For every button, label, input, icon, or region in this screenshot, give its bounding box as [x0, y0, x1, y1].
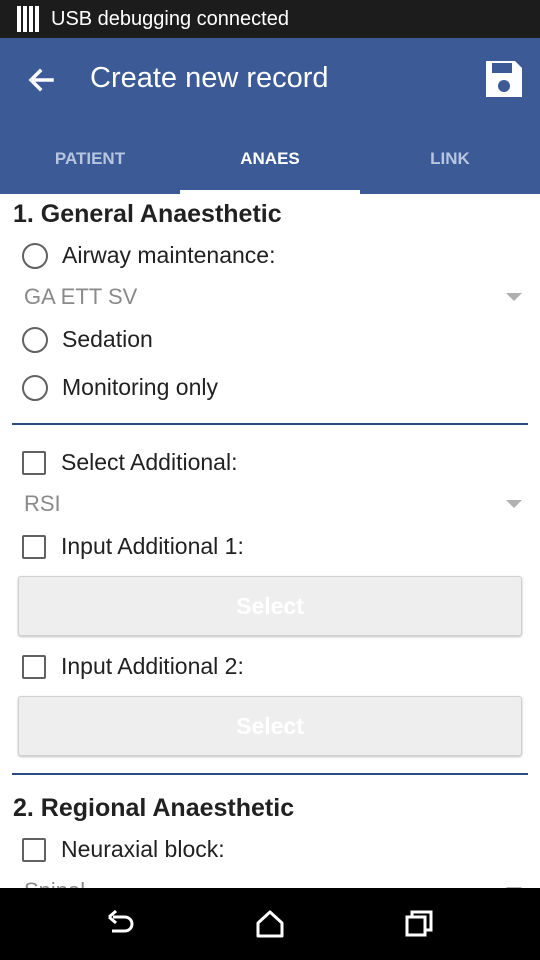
radio-label: Sedation — [62, 326, 153, 352]
additional-dropdown-value: RSI — [24, 491, 61, 516]
checkbox-input-additional-1[interactable]: Input Additional 1: — [22, 533, 244, 560]
checkbox-label: Input Additional 2: — [61, 653, 244, 679]
neuraxial-dropdown-value: Spinal — [24, 878, 85, 888]
select-button-2[interactable]: Select — [18, 696, 522, 756]
usb-debug-icon — [17, 6, 39, 32]
section-regional-anaesthetic-title: 2. Regional Anaesthetic — [13, 794, 295, 822]
checkbox-label: Neuraxial block: — [61, 836, 225, 862]
checkbox-neuraxial-block[interactable]: Neuraxial block: — [22, 836, 225, 863]
radio-monitoring-only[interactable]: Monitoring only — [22, 374, 218, 401]
dropdown-arrow-icon — [506, 500, 522, 508]
tab-anaes[interactable]: ANAES — [180, 124, 360, 194]
airway-dropdown-value: GA ETT SV — [24, 284, 138, 309]
checkbox[interactable] — [22, 450, 46, 475]
neuraxial-dropdown[interactable]: Spinal — [24, 874, 522, 888]
save-icon[interactable] — [483, 58, 525, 100]
status-text: USB debugging connected — [51, 7, 289, 30]
select-button-1[interactable]: Select — [18, 576, 522, 636]
form-content: 1. General Anaesthetic Airway maintenanc… — [0, 194, 540, 888]
additional-dropdown[interactable]: RSI — [24, 487, 522, 521]
recents-nav-icon[interactable] — [403, 908, 435, 940]
radio-airway-maintenance[interactable]: Airway maintenance: — [22, 242, 276, 269]
navigation-bar — [0, 888, 540, 960]
tab-patient[interactable]: PATIENT — [0, 124, 180, 194]
home-nav-icon[interactable] — [254, 908, 286, 940]
checkbox-input-additional-2[interactable]: Input Additional 2: — [22, 653, 244, 680]
radio-button[interactable] — [22, 326, 48, 353]
back-nav-icon[interactable] — [104, 908, 136, 940]
radio-button[interactable] — [22, 242, 48, 269]
checkbox-label: Input Additional 1: — [61, 533, 244, 559]
tab-bar: PATIENT ANAES LINK — [0, 124, 540, 194]
tab-link[interactable]: LINK — [360, 124, 540, 194]
dropdown-arrow-icon — [506, 293, 522, 301]
section-general-anaesthetic-title: 1. General Anaesthetic — [13, 200, 282, 228]
checkbox-label: Select Additional: — [61, 449, 238, 475]
radio-label: Monitoring only — [62, 374, 218, 400]
radio-button[interactable] — [22, 374, 48, 401]
page-title: Create new record — [90, 62, 329, 94]
status-bar: USB debugging connected — [0, 0, 540, 38]
checkbox-select-additional[interactable]: Select Additional: — [22, 449, 237, 476]
airway-dropdown[interactable]: GA ETT SV — [24, 280, 522, 314]
checkbox[interactable] — [22, 654, 46, 679]
radio-label: Airway maintenance: — [62, 242, 276, 268]
app-bar: Create new record — [0, 38, 540, 124]
divider — [12, 423, 528, 425]
back-arrow-icon[interactable] — [22, 60, 62, 100]
checkbox[interactable] — [22, 534, 46, 559]
radio-sedation[interactable]: Sedation — [22, 326, 153, 353]
divider — [12, 773, 528, 775]
checkbox[interactable] — [22, 837, 46, 862]
